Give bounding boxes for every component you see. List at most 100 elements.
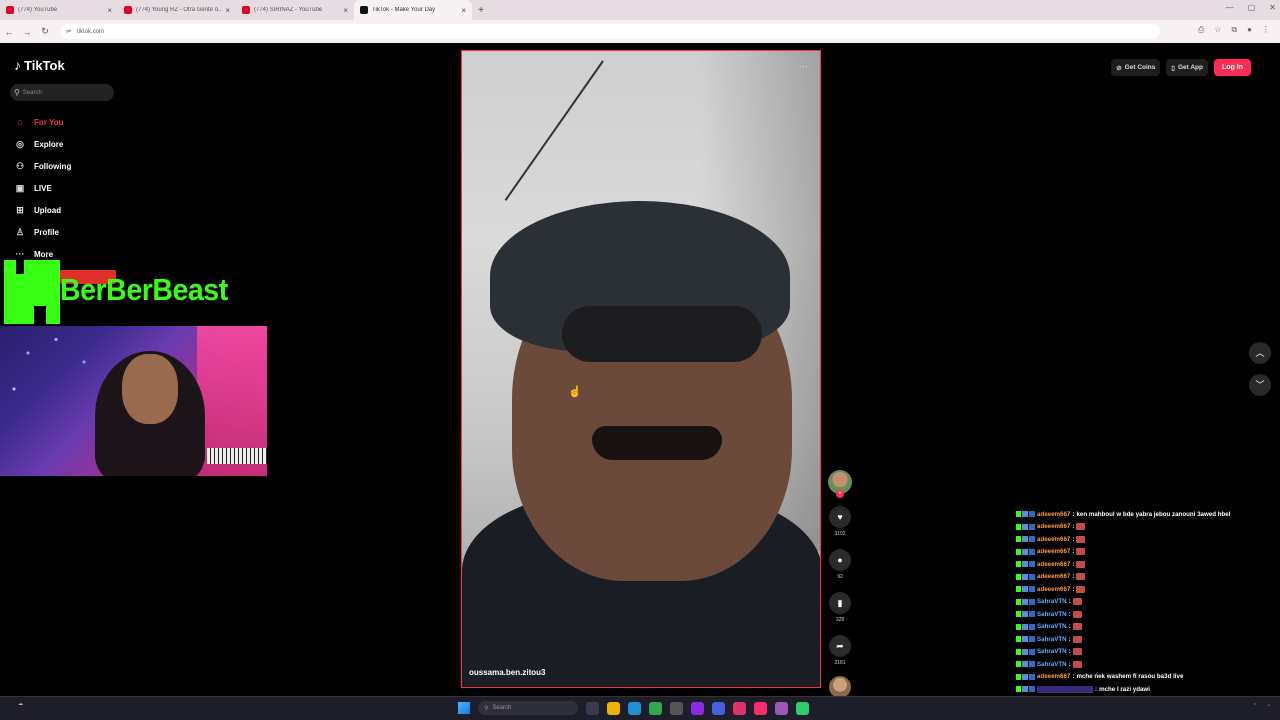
tab-close-icon[interactable]: × xyxy=(461,6,466,15)
top-right-actions: ⊘ Get Coins ▯ Get App Log In xyxy=(1111,59,1251,76)
get-app-button[interactable]: ▯ Get App xyxy=(1166,59,1208,76)
video-mustache xyxy=(592,426,722,460)
chat-badge-icon xyxy=(1029,636,1035,643)
tab-close-icon[interactable]: × xyxy=(225,6,230,15)
comment-icon[interactable]: ● xyxy=(829,549,851,571)
save-action[interactable]: ▮ 328 xyxy=(826,592,854,623)
bookmark-icon[interactable]: ▮ xyxy=(829,592,851,614)
tiktok-favicon-icon xyxy=(360,6,368,14)
sound-disc-icon[interactable] xyxy=(829,676,851,698)
tiktok-logo[interactable]: ♪ TikTok xyxy=(14,57,65,73)
chat-badge-icon xyxy=(1016,536,1021,543)
extensions-icon[interactable]: ⧉ xyxy=(1231,25,1237,35)
sidebar-item-profile[interactable]: ♙ Profile xyxy=(14,221,71,243)
chat-badge-icon xyxy=(1016,623,1021,630)
video-username[interactable]: oussama.ben.zitou3 xyxy=(469,668,545,677)
share-action[interactable]: ➦ 2181 xyxy=(826,635,854,666)
chat-emote-icon xyxy=(1076,560,1086,568)
browser-tab[interactable]: (774) SIRINAZ - YouTube × xyxy=(236,0,354,20)
like-action[interactable]: ♥ 3192 xyxy=(826,506,854,537)
chat-separator: : xyxy=(1068,623,1071,631)
new-tab-button[interactable]: + xyxy=(472,5,490,16)
chat-badge-icon xyxy=(1016,523,1021,530)
chat-message: adeeem667: xyxy=(1016,583,1278,596)
sidebar-item-label: Upload xyxy=(34,205,62,215)
site-info-icon[interactable]: ⇌ xyxy=(66,28,71,35)
youtube-favicon-icon xyxy=(242,6,250,14)
file-explorer-icon[interactable] xyxy=(607,701,620,715)
edge-icon[interactable] xyxy=(628,701,641,715)
video-player[interactable]: ··· ☝ oussama.ben.zitou3 xyxy=(461,50,821,688)
browser-tab[interactable]: (774) Young RZ - Otra Gente ó... × xyxy=(118,0,236,20)
sidebar-item-live[interactable]: ▣ LIVE xyxy=(14,177,71,199)
brand-text: BerBerBeast xyxy=(60,272,228,307)
minimize-icon[interactable]: — xyxy=(1226,3,1234,12)
sidebar-item-following[interactable]: ⚇ Following xyxy=(14,155,71,177)
chat-badge-icon xyxy=(1029,523,1035,530)
browser-tab[interactable]: (774) YouTube × xyxy=(0,0,118,20)
chat-message: SahraVTN: xyxy=(1016,633,1278,646)
comment-action[interactable]: ● 92 xyxy=(826,549,854,580)
browser-tab[interactable]: TikTok - Make Your Day × xyxy=(354,0,472,20)
chat-emote-icon xyxy=(1076,548,1086,556)
app-icon[interactable] xyxy=(712,701,725,715)
tray-icon[interactable]: ⌃ xyxy=(1253,703,1257,709)
chat-message: SahraVTN: xyxy=(1016,658,1278,671)
tiktok-app-icon[interactable] xyxy=(754,701,767,715)
app-icon[interactable] xyxy=(775,701,788,715)
tab-close-icon[interactable]: × xyxy=(107,6,112,15)
close-icon[interactable]: ✕ xyxy=(1269,3,1276,12)
heart-icon[interactable]: ♥ xyxy=(829,506,851,528)
previous-video-chevron-up-icon[interactable]: ︿ xyxy=(1249,342,1271,364)
chat-badge-icon xyxy=(1029,623,1035,630)
chat-message: adeeem667: mche nek washem fi rasou ba3d … xyxy=(1016,671,1278,684)
start-icon[interactable] xyxy=(458,702,470,714)
menu-dots-icon[interactable]: ⋮ xyxy=(1262,25,1270,35)
wifi-icon[interactable]: ◔ xyxy=(1267,703,1270,709)
sidebar-item-for-you[interactable]: ⌂ For You xyxy=(14,111,71,133)
task-view-icon[interactable] xyxy=(586,701,599,715)
sidebar-item-label: For You xyxy=(34,117,64,127)
app-icon[interactable] xyxy=(733,701,746,715)
live-icon: ▣ xyxy=(15,182,25,193)
chat-badge-icon xyxy=(1016,573,1021,580)
chat-badge-icon xyxy=(1016,548,1021,555)
bookmark-star-icon[interactable]: ☆ xyxy=(1214,25,1221,35)
more-options-icon[interactable]: ··· xyxy=(799,61,808,71)
chat-badge-icon xyxy=(1029,661,1035,668)
sidebar-item-label: Following xyxy=(34,161,72,171)
chat-separator: : xyxy=(1068,660,1071,668)
creator-avatar[interactable]: + xyxy=(828,470,852,498)
url-field[interactable]: ⇌ tiktok.com xyxy=(60,24,1160,39)
reload-icon[interactable]: ↻ xyxy=(36,26,54,37)
chat-username: adeeem667 xyxy=(1037,560,1071,568)
follow-plus-icon[interactable]: + xyxy=(836,490,844,498)
taskbar-search[interactable]: ⚲ Search xyxy=(478,701,578,715)
next-video-chevron-down-icon[interactable]: ﹀ xyxy=(1249,374,1271,396)
get-coins-button[interactable]: ⊘ Get Coins xyxy=(1111,59,1161,76)
chat-badge-icon xyxy=(1016,686,1021,693)
sidebar-item-upload[interactable]: ⊞ Upload xyxy=(14,199,71,221)
app-icon[interactable] xyxy=(670,701,683,715)
maximize-icon[interactable]: ▢ xyxy=(1248,3,1256,12)
search-input[interactable]: ⚲ Search xyxy=(10,84,114,101)
chrome-icon[interactable] xyxy=(649,701,662,715)
windows-taskbar: ☁ ⚲ Search ⌃ ◔ xyxy=(0,696,1280,720)
login-button[interactable]: Log In xyxy=(1214,59,1251,76)
tab-close-icon[interactable]: × xyxy=(343,6,348,15)
chat-separator: : xyxy=(1068,610,1071,618)
forward-icon[interactable]: → xyxy=(18,27,36,37)
install-icon[interactable]: ⎙ xyxy=(1198,25,1204,35)
app-icon[interactable] xyxy=(796,701,809,715)
profile-icon[interactable]: ● xyxy=(1247,25,1252,35)
share-icon[interactable]: ➦ xyxy=(829,635,851,657)
weather-widget[interactable]: ☁ xyxy=(18,701,23,708)
back-icon[interactable]: ← xyxy=(0,27,18,37)
app-icon[interactable] xyxy=(691,701,704,715)
chat-username: adeeem667 xyxy=(1037,535,1071,543)
video-wire xyxy=(504,60,604,201)
chat-message: adeeem667: xyxy=(1016,546,1278,559)
system-tray[interactable]: ⌃ ◔ xyxy=(1253,703,1270,709)
sidebar-item-explore[interactable]: ◎ Explore xyxy=(14,133,71,155)
chat-username: SahraVTN xyxy=(1037,623,1067,631)
